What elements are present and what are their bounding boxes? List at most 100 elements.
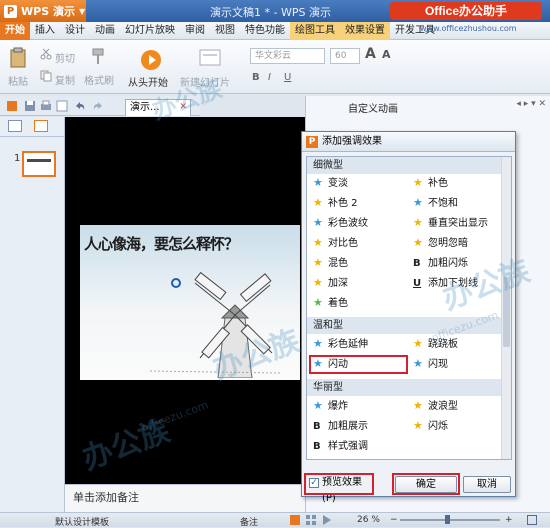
scrollbar-thumb[interactable]	[503, 277, 510, 347]
effect-fade[interactable]: ★ 变淡	[311, 176, 348, 192]
effect-style-emphasis[interactable]: B 样式强调	[311, 439, 368, 455]
slide-number: 1	[14, 153, 21, 164]
star-icon: ★	[313, 337, 323, 350]
bold-icon: B	[313, 441, 321, 452]
star-icon: ★	[313, 276, 323, 289]
effect-blend[interactable]: ★ 混色	[311, 256, 348, 272]
zoom-out-button[interactable]: −	[390, 515, 398, 525]
document-tab[interactable]: 演示... ✕	[125, 99, 191, 116]
app-menu-button[interactable]: P WPS 演示 ▼	[0, 0, 86, 22]
decrease-font-button[interactable]: A	[382, 48, 391, 61]
effect-desaturate[interactable]: ★ 不饱和	[411, 196, 458, 212]
font-name-select[interactable]: 华文彩云	[250, 48, 325, 64]
cancel-button[interactable]: 取消	[463, 476, 511, 493]
redo-icon[interactable]	[92, 100, 104, 112]
copy-button[interactable]: 复制	[55, 72, 75, 87]
format-painter-button[interactable]: 格式刷	[84, 72, 114, 87]
effect-bold-reveal[interactable]: B 加粗展示	[311, 419, 368, 435]
bold-icon: B	[313, 421, 321, 432]
add-emphasis-effect-dialog: P 添加强调效果 细微型 ★ 变淡 ★ 补色 2 ★ 彩色波纹 ★ 对比色 ★ 混色 ★ 加…	[301, 131, 516, 504]
normal-view-icon[interactable]	[290, 515, 300, 525]
font-size-select[interactable]: 60	[330, 48, 360, 64]
dialog-title-bar: P 添加强调效果	[302, 132, 515, 152]
bold-icon: B	[413, 258, 421, 269]
effect-complementary[interactable]: ★ 补色	[411, 176, 448, 192]
menu-design[interactable]: 设计	[60, 22, 90, 40]
star-icon: ★	[413, 196, 423, 209]
effect-vertical-highlight[interactable]: ★ 垂直突出显示	[411, 216, 488, 232]
effect-tint[interactable]: ★ 着色	[311, 296, 348, 312]
effect-blink[interactable]: ★ 闪烁	[411, 419, 448, 435]
menu-review[interactable]: 审阅	[180, 22, 210, 40]
menu-slideshow[interactable]: 幻灯片放映	[120, 22, 180, 40]
slide-image[interactable]: 人心像海，要怎么释怀？	[80, 225, 300, 380]
underline-icon[interactable]: U	[284, 72, 291, 83]
star-icon: ★	[413, 399, 423, 412]
task-pane-controls[interactable]: ◂ ▸ ▾ ✕	[516, 99, 546, 109]
print-icon[interactable]	[40, 100, 52, 112]
new-slide-icon	[199, 49, 221, 66]
title-bar: P WPS 演示 ▼ 演示文稿1 * - WPS 演示 Office办公助手	[0, 0, 550, 22]
paste-button[interactable]: 粘贴	[8, 73, 28, 88]
effect-add-underline[interactable]: U 添加下划线	[411, 276, 478, 292]
menu-effect-settings[interactable]: 效果设置	[340, 21, 390, 40]
preview-highlight	[304, 473, 374, 495]
effect-flicker[interactable]: ★ 忽明忽暗	[411, 236, 468, 252]
play-icon[interactable]	[141, 50, 161, 70]
notes-area[interactable]: 单击添加备注	[65, 484, 305, 512]
effect-wave[interactable]: ★ 波浪型	[411, 399, 458, 415]
effect-contrast-color[interactable]: ★ 对比色	[311, 236, 358, 252]
slide-canvas[interactable]: 人心像海，要怎么释怀？	[65, 117, 305, 484]
effect-complementary-2[interactable]: ★ 补色 2	[311, 196, 358, 212]
star-icon: ★	[413, 419, 423, 432]
design-template-label[interactable]: 默认设计模板	[55, 515, 109, 528]
menu-animation[interactable]: 动画	[90, 22, 120, 40]
app-icon[interactable]	[6, 100, 18, 112]
pane-tabs	[0, 117, 64, 137]
italic-icon[interactable]: I	[268, 72, 271, 83]
increase-font-button[interactable]: A	[365, 46, 376, 62]
ok-highlight	[392, 473, 460, 495]
preview-icon[interactable]	[56, 100, 68, 112]
outline-tab-icon[interactable]	[8, 120, 22, 132]
effect-bold-flash[interactable]: B 加粗闪烁	[411, 256, 468, 272]
menu-insert[interactable]: 插入	[30, 22, 60, 40]
effect-list[interactable]: 细微型 ★ 变淡 ★ 补色 2 ★ 彩色波纹 ★ 对比色 ★ 混色 ★ 加深 ★ 着色 ★ 补色…	[306, 156, 512, 460]
zoom-in-button[interactable]: +	[505, 515, 513, 525]
format-painter-icon	[92, 48, 104, 64]
menu-drawing-tools[interactable]: 绘图工具	[290, 21, 340, 40]
save-icon[interactable]	[24, 100, 36, 112]
fit-window-icon[interactable]	[527, 515, 537, 525]
effect-explode[interactable]: ★ 爆炸	[311, 399, 348, 415]
zoom-slider-thumb[interactable]	[445, 515, 450, 524]
paste-icon[interactable]	[8, 47, 28, 69]
slideshow-icon[interactable]	[322, 515, 332, 525]
slides-tab-icon[interactable]	[34, 120, 48, 132]
menu-view[interactable]: 视图	[210, 22, 240, 40]
star-icon: ★	[313, 256, 323, 269]
underline-icon: U	[413, 278, 422, 289]
section-moderate: 温和型	[307, 317, 502, 334]
menu-special[interactable]: 特色功能	[240, 22, 290, 40]
star-icon: ★	[413, 337, 423, 350]
zoom-level: 26 %	[357, 515, 380, 525]
slide-sorter-icon[interactable]	[306, 515, 316, 525]
zoom-slider[interactable]	[400, 519, 500, 521]
notes-toggle[interactable]: 备注	[240, 515, 258, 528]
menu-home[interactable]: 开始	[0, 21, 30, 40]
slide-thumbnail[interactable]	[22, 151, 56, 177]
new-slide-button[interactable]: 新建幻灯片	[180, 74, 230, 89]
effect-color-extend[interactable]: ★ 彩色延伸	[311, 337, 368, 353]
close-icon[interactable]: ✕	[179, 100, 187, 115]
effect-color-wave[interactable]: ★ 彩色波纹	[311, 216, 368, 232]
cut-button[interactable]: 剪切	[55, 50, 75, 65]
from-start-button[interactable]: 从头开始	[128, 74, 168, 89]
effect-teeter[interactable]: ★ 跷跷板	[411, 337, 458, 353]
slide-caption: 人心像海，要怎么释怀？	[84, 235, 239, 253]
undo-icon[interactable]	[74, 100, 86, 112]
effect-darken[interactable]: ★ 加深	[311, 276, 348, 292]
effect-list-scrollbar[interactable]	[501, 157, 511, 459]
bold-icon[interactable]: B	[252, 72, 260, 83]
brand-url: www.officezhushou.com	[420, 24, 517, 33]
effect-flash[interactable]: ★ 闪现	[411, 357, 448, 373]
